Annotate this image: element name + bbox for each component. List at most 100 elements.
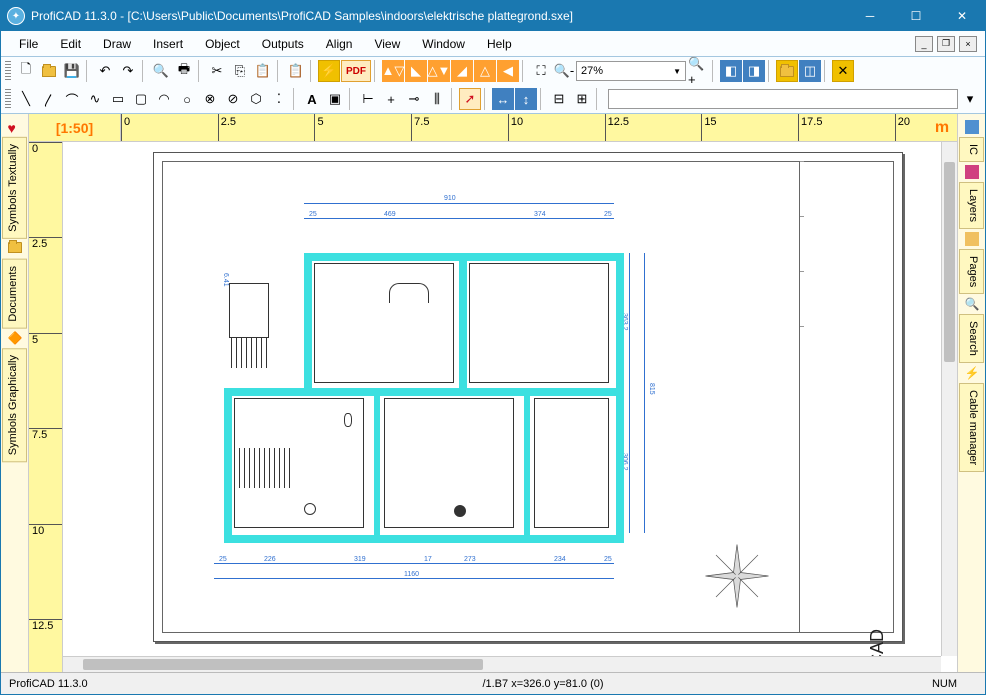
search-icon[interactable]: 🔍	[965, 297, 979, 311]
frame-tool[interactable]: ▣	[324, 88, 346, 110]
pages-icon[interactable]	[965, 232, 979, 246]
pie-tool[interactable]: ⊘	[222, 88, 244, 110]
save-button[interactable]: 💾	[61, 60, 83, 82]
library2-button[interactable]: ◫	[799, 60, 821, 82]
grip-icon[interactable]	[5, 61, 11, 81]
ruler-tick: 17.5	[798, 114, 822, 141]
curve-tool[interactable]: ⌒	[61, 88, 83, 110]
text-tool[interactable]: A	[301, 88, 323, 110]
ruler-tick: 2.5	[29, 237, 62, 250]
left-panel-tabs: ♥ Symbols Textually Documents 🔶 Symbols …	[1, 114, 29, 672]
arc-tool[interactable]: ◠	[153, 88, 175, 110]
menu-outputs[interactable]: Outputs	[252, 34, 314, 54]
grip-icon[interactable]	[5, 89, 11, 109]
print-button[interactable]: 🖶	[173, 60, 195, 82]
undo-button[interactable]: ↶	[94, 60, 116, 82]
tab-cable-manager[interactable]: Cable manager	[959, 383, 984, 472]
dim-v-tool[interactable]: ↕	[515, 88, 537, 110]
roundrect-tool[interactable]: ▢	[130, 88, 152, 110]
drawing-page: profiCAD 910 25 469 374 25 815 363.2	[153, 152, 903, 642]
scale-indicator[interactable]: [1:50]	[29, 114, 121, 141]
tab-layers[interactable]: Layers	[959, 182, 984, 229]
rotate-r-button[interactable]: ◢	[451, 60, 473, 82]
menu-object[interactable]: Object	[195, 34, 250, 54]
polyline-tool[interactable]: 〳	[38, 88, 60, 110]
command-input[interactable]	[608, 89, 958, 109]
menu-help[interactable]: Help	[477, 34, 522, 54]
ruler-tick: 10	[508, 114, 523, 141]
tab-symbols-graphically[interactable]: Symbols Graphically	[2, 348, 27, 462]
preview-button[interactable]: 🔍	[150, 60, 172, 82]
wire-tool[interactable]: ⊢	[357, 88, 379, 110]
menu-insert[interactable]: Insert	[143, 34, 193, 54]
pdf-button[interactable]: PDF	[341, 60, 371, 82]
panel-left-button[interactable]: ◧	[720, 60, 742, 82]
cut-button[interactable]: ✂	[206, 60, 228, 82]
tab-symbols-textually[interactable]: Symbols Textually	[2, 137, 27, 239]
menu-draw[interactable]: Draw	[93, 34, 141, 54]
layers-icon[interactable]	[965, 165, 979, 179]
distribution-panel	[229, 283, 269, 338]
graphics-icon[interactable]: 🔶	[8, 331, 22, 345]
toolbars: 🗋 💾 ↶ ↷ 🔍 🖶 ✂ ⎘ 📋 📋 ⚡ PDF ▲▽ ◣ △▼ ◢ △ ◀	[1, 57, 985, 114]
drawing-canvas[interactable]: profiCAD 910 25 469 374 25 815 363.2	[63, 142, 957, 672]
point-tool[interactable]: ⁚	[268, 88, 290, 110]
library-button[interactable]	[776, 60, 798, 82]
tab-search[interactable]: Search	[959, 314, 984, 363]
folder-icon[interactable]	[8, 242, 22, 256]
favorites-icon[interactable]: ♥	[8, 120, 22, 134]
junction-tool[interactable]: +	[380, 88, 402, 110]
bus-tool[interactable]: ⊸	[403, 88, 425, 110]
flip-h-button[interactable]: ▲▽	[382, 60, 404, 82]
zoom-in-button[interactable]: 🔍+	[687, 60, 709, 82]
scrollbar-vertical[interactable]	[941, 142, 957, 656]
mdi-restore-button[interactable]: ❐	[937, 36, 955, 52]
cable-icon[interactable]: ⚡	[965, 366, 979, 380]
ellipse-tool[interactable]: ○	[176, 88, 198, 110]
mirror-v-button[interactable]: ◀	[497, 60, 519, 82]
maximize-button[interactable]: ☐	[893, 1, 939, 31]
menu-view[interactable]: View	[364, 34, 410, 54]
ic-icon[interactable]	[965, 120, 979, 134]
mirror-h-button[interactable]: △	[474, 60, 496, 82]
mdi-close-button[interactable]: ×	[959, 36, 977, 52]
tab-pages[interactable]: Pages	[959, 249, 984, 294]
snap-v-tool[interactable]: ⊞	[571, 88, 593, 110]
exit-button[interactable]: ✕	[832, 60, 854, 82]
menu-window[interactable]: Window	[412, 34, 475, 54]
zoom-fit-button[interactable]: ⛶	[530, 60, 552, 82]
new-button[interactable]: 🗋	[15, 60, 37, 82]
command-dropdown[interactable]: ▾	[959, 88, 981, 110]
chord-tool[interactable]: ⊗	[199, 88, 221, 110]
mdi-minimize-button[interactable]: _	[915, 36, 933, 52]
zoom-out-button[interactable]: 🔍-	[553, 60, 575, 82]
dim-h-tool[interactable]: ↔	[492, 88, 514, 110]
ruler-tick: 12.5	[29, 619, 62, 632]
panel-right-button[interactable]: ◨	[743, 60, 765, 82]
zoom-combo[interactable]: 27%▼	[576, 61, 686, 81]
tab-documents[interactable]: Documents	[2, 259, 27, 329]
bezier-tool[interactable]: ∿	[84, 88, 106, 110]
tab-ic[interactable]: IC	[959, 137, 984, 162]
rect-tool[interactable]: ▭	[107, 88, 129, 110]
cable-tool[interactable]: ⫼	[426, 88, 448, 110]
statusbar: ProfiCAD 11.3.0 /1.B7 x=326.0 y=81.0 (0)…	[1, 672, 985, 694]
clipboard-button[interactable]: 📋	[285, 60, 307, 82]
menu-file[interactable]: File	[9, 34, 48, 54]
redo-button[interactable]: ↷	[117, 60, 139, 82]
component-button[interactable]: ⚡	[318, 60, 340, 82]
flip-v-button[interactable]: △▼	[428, 60, 450, 82]
rotate-l-button[interactable]: ◣	[405, 60, 427, 82]
menu-edit[interactable]: Edit	[50, 34, 91, 54]
line-tool[interactable]: ╲	[15, 88, 37, 110]
copy-button[interactable]: ⎘	[229, 60, 251, 82]
select-tool[interactable]: ➚	[459, 88, 481, 110]
close-button[interactable]: ✕	[939, 1, 985, 31]
scrollbar-horizontal[interactable]	[63, 656, 941, 672]
snap-h-tool[interactable]: ⊟	[548, 88, 570, 110]
paste-button[interactable]: 📋	[252, 60, 274, 82]
menu-align[interactable]: Align	[316, 34, 363, 54]
minimize-button[interactable]: ─	[847, 1, 893, 31]
polygon-tool[interactable]: ⬡	[245, 88, 267, 110]
open-button[interactable]	[38, 60, 60, 82]
